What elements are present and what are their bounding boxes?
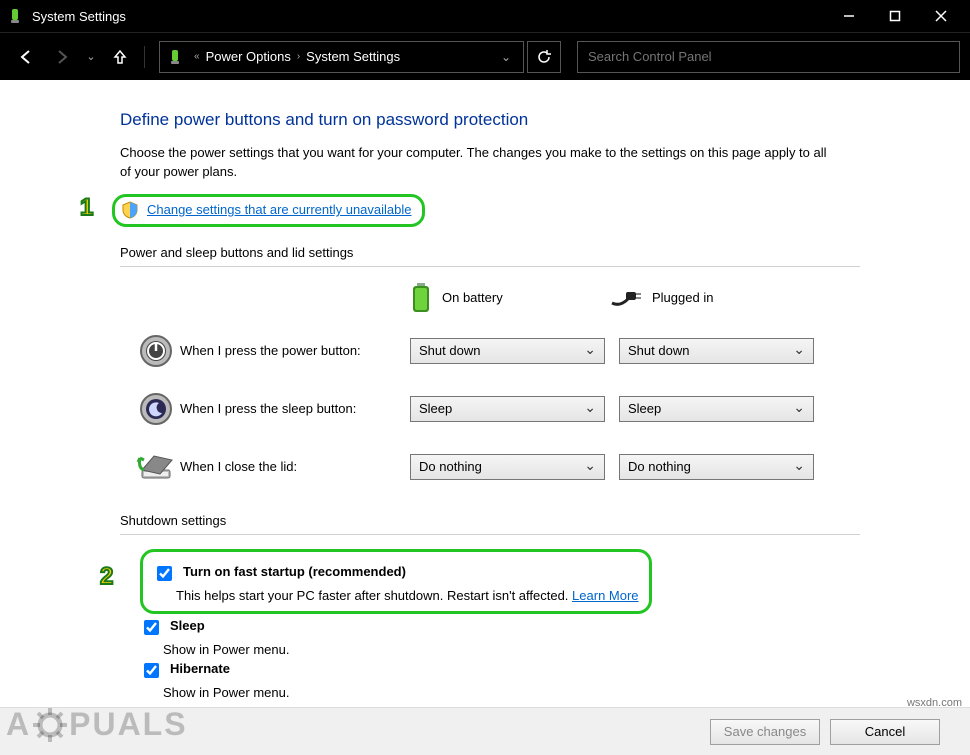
nav-bar: ⌄ « Power Options › System Settings ⌄ (0, 32, 970, 80)
power-button-icon (132, 329, 180, 373)
page-description: Choose the power settings that you want … (120, 144, 840, 182)
battery-icon (410, 281, 432, 315)
annotation-highlight-2: Turn on fast startup (recommended) This … (140, 549, 652, 614)
watermark-left: APUALS (6, 706, 188, 743)
content-area: Define power buttons and turn on passwor… (0, 80, 970, 755)
col-plugged-in: Plugged in (610, 289, 810, 307)
fast-startup-desc: This helps start your PC faster after sh… (176, 588, 639, 603)
gear-icon (33, 708, 67, 742)
watermark-right: wsxdn.com (907, 697, 962, 709)
plug-icon (610, 289, 642, 307)
power-button-battery-select[interactable]: Shut down (410, 338, 605, 364)
sleep-label: Sleep (170, 618, 205, 633)
window-controls (826, 0, 964, 32)
section-divider (120, 266, 860, 267)
breadcrumb-item-system-settings[interactable]: System Settings (306, 49, 400, 64)
hibernate-label: Hibernate (170, 661, 230, 676)
back-button[interactable] (10, 41, 42, 73)
col-plugged-label: Plugged in (652, 290, 713, 305)
column-headers: On battery Plugged in (145, 281, 860, 315)
nav-separator (144, 46, 145, 68)
hibernate-checkbox[interactable] (144, 663, 159, 678)
col-battery-label: On battery (442, 290, 503, 305)
recent-dropdown[interactable]: ⌄ (82, 41, 100, 73)
section-title: Power and sleep buttons and lid settings (120, 245, 860, 262)
save-button[interactable]: Save changes (710, 719, 820, 745)
close-button[interactable] (918, 0, 964, 32)
breadcrumb[interactable]: « Power Options › System Settings ⌄ (159, 41, 524, 73)
sleep-button-row: When I press the sleep button: Sleep Sle… (120, 387, 860, 431)
learn-more-link[interactable]: Learn More (572, 588, 638, 603)
power-button-row: When I press the power button: Shut down… (120, 329, 860, 373)
window-title: System Settings (32, 9, 826, 24)
sleep-button-plugged-select[interactable]: Sleep (619, 396, 814, 422)
uac-shield-icon (121, 201, 139, 219)
sleep-checkbox[interactable] (144, 620, 159, 635)
minimize-button[interactable] (826, 0, 872, 32)
lid-battery-select[interactable]: Do nothing (410, 454, 605, 480)
lid-row: When I close the lid: Do nothing Do noth… (120, 445, 860, 489)
breadcrumb-icon (166, 48, 184, 66)
fast-startup-label: Turn on fast startup (recommended) (183, 564, 406, 579)
up-button[interactable] (104, 41, 136, 73)
breadcrumb-item-power-options[interactable]: Power Options (206, 49, 291, 64)
page-title: Define power buttons and turn on passwor… (120, 110, 860, 130)
search-input[interactable] (577, 41, 960, 73)
shutdown-settings-section: Shutdown settings 2 Turn on fast startup… (120, 513, 860, 700)
sleep-button-icon (132, 387, 180, 431)
annotation-number-1: 1 (80, 194, 93, 222)
section-title: Shutdown settings (120, 513, 860, 530)
fast-startup-checkbox[interactable] (157, 566, 172, 581)
app-icon (6, 7, 24, 25)
lid-plugged-select[interactable]: Do nothing (619, 454, 814, 480)
refresh-button[interactable] (527, 41, 561, 73)
change-settings-link[interactable]: Change settings that are currently unava… (147, 202, 412, 217)
lid-label: When I close the lid: (180, 459, 410, 474)
cancel-button[interactable]: Cancel (830, 719, 940, 745)
forward-button[interactable] (46, 41, 78, 73)
search-box[interactable] (577, 41, 960, 73)
power-button-label: When I press the power button: (180, 343, 410, 358)
sleep-button-label: When I press the sleep button: (180, 401, 410, 416)
title-bar: System Settings (0, 0, 970, 32)
breadcrumb-dropdown-icon[interactable]: ⌄ (495, 50, 517, 64)
power-buttons-section: Power and sleep buttons and lid settings… (120, 245, 860, 489)
maximize-button[interactable] (872, 0, 918, 32)
annotation-highlight-1: Change settings that are currently unava… (112, 194, 425, 227)
sleep-desc: Show in Power menu. (163, 642, 860, 657)
annotation-number-2: 2 (100, 563, 113, 591)
breadcrumb-chevron-icon: « (194, 51, 200, 62)
section-divider (120, 534, 860, 535)
power-button-plugged-select[interactable]: Shut down (619, 338, 814, 364)
hibernate-desc: Show in Power menu. (163, 685, 860, 700)
lid-icon (132, 445, 180, 489)
breadcrumb-chevron-icon: › (297, 51, 300, 62)
sleep-button-battery-select[interactable]: Sleep (410, 396, 605, 422)
col-on-battery: On battery (410, 281, 610, 315)
